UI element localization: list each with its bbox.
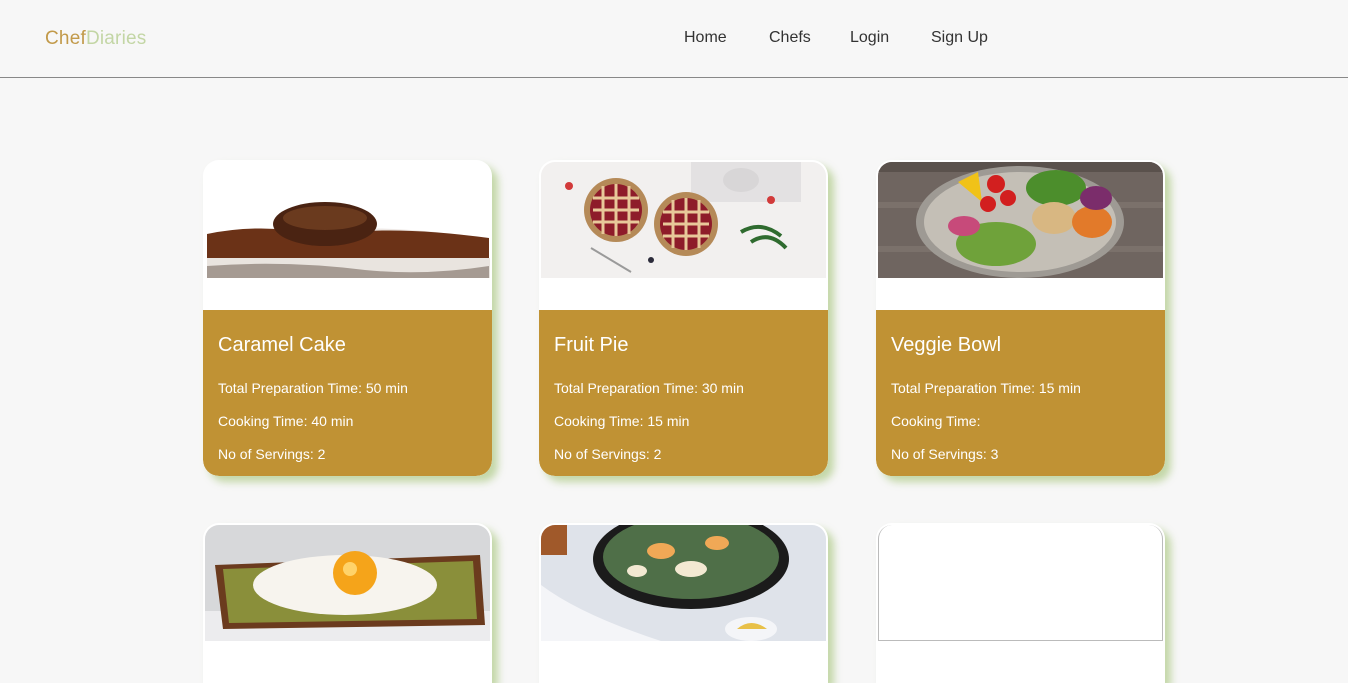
recipe-info: Fruit Pie Total Preparation Time: 30 min… xyxy=(539,310,828,476)
recipe-title: Fruit Pie xyxy=(554,334,629,356)
nav-chefs[interactable]: Chefs xyxy=(769,29,811,47)
recipe-title: Veggie Bowl xyxy=(891,334,1002,356)
recipe-prep-time: Total Preparation Time: 15 min xyxy=(891,380,1081,396)
recipe-title: Caramel Cake xyxy=(218,334,346,356)
recipe-servings: No of Servings: 3 xyxy=(891,446,999,462)
recipe-card-skillet[interactable] xyxy=(539,523,828,683)
nav-home[interactable]: Home xyxy=(684,29,727,47)
recipe-card-egg-toast[interactable] xyxy=(203,523,492,683)
brand-logo-part1: Chef xyxy=(45,28,86,49)
recipe-card-caramel-cake[interactable]: Caramel Cake Total Preparation Time: 50 … xyxy=(203,160,492,476)
recipe-image xyxy=(541,525,826,641)
nav-sign-up[interactable]: Sign Up xyxy=(931,29,988,47)
nav-login[interactable]: Login xyxy=(850,29,889,47)
recipe-image xyxy=(205,162,490,278)
recipe-cooking-time: Cooking Time: 40 min xyxy=(218,413,354,429)
navbar: ChefDiaries Home Chefs Login Sign Up xyxy=(0,0,1348,78)
recipe-cooking-time: Cooking Time: 15 min xyxy=(554,413,690,429)
recipe-servings: No of Servings: 2 xyxy=(218,446,326,462)
recipe-card-empty[interactable] xyxy=(876,523,1165,683)
recipe-card-fruit-pie[interactable]: Fruit Pie Total Preparation Time: 30 min… xyxy=(539,160,828,476)
recipe-info: Caramel Cake Total Preparation Time: 50 … xyxy=(203,310,492,476)
recipe-image xyxy=(878,162,1163,278)
recipe-cooking-time: Cooking Time: xyxy=(891,413,981,429)
brand-logo[interactable]: ChefDiaries xyxy=(45,28,146,50)
recipe-image-placeholder xyxy=(878,525,1163,641)
recipe-prep-time: Total Preparation Time: 30 min xyxy=(554,380,744,396)
recipe-card-veggie-bowl[interactable]: Veggie Bowl Total Preparation Time: 15 m… xyxy=(876,160,1165,476)
brand-logo-part2: Diaries xyxy=(85,28,147,49)
recipe-info: Veggie Bowl Total Preparation Time: 15 m… xyxy=(876,310,1165,476)
recipe-prep-time: Total Preparation Time: 50 min xyxy=(218,380,408,396)
recipe-image xyxy=(205,525,490,641)
recipe-servings: No of Servings: 2 xyxy=(554,446,662,462)
recipe-image xyxy=(541,162,826,278)
